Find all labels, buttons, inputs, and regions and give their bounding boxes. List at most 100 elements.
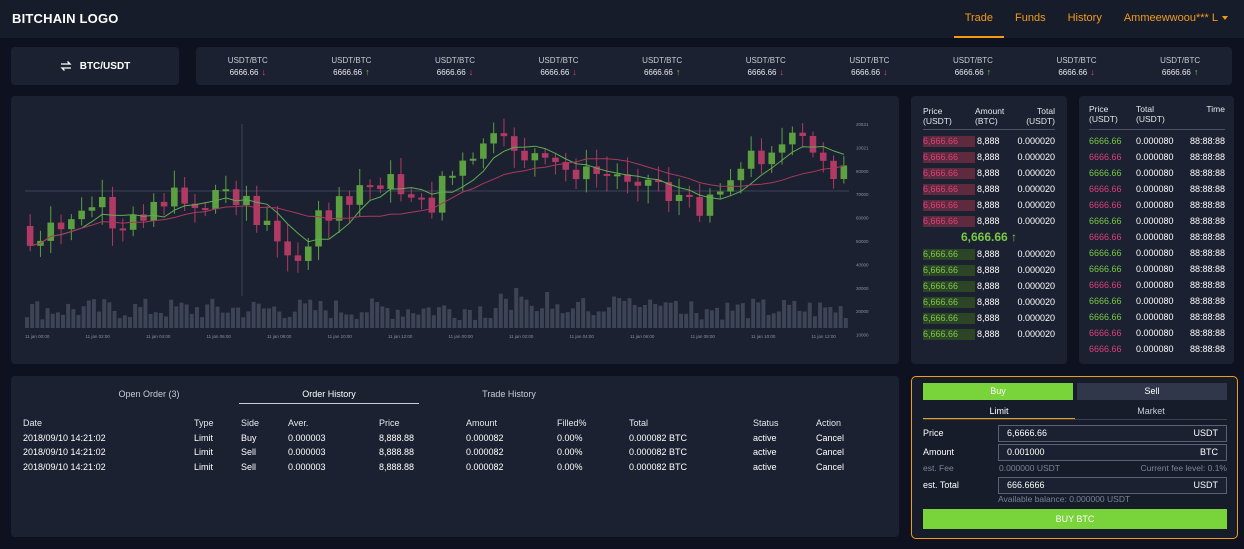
volume-bar bbox=[179, 302, 184, 328]
candle-body bbox=[490, 133, 497, 144]
volume-bar bbox=[267, 308, 271, 328]
candle-body bbox=[57, 222, 65, 230]
candle-body bbox=[263, 220, 271, 226]
sell-tab-button[interactable]: Sell bbox=[1077, 383, 1227, 400]
volume-bar bbox=[818, 302, 823, 328]
time-tick-label: 11 jan 12:00 bbox=[388, 334, 413, 339]
ticker-price: 6666.66 bbox=[436, 68, 466, 77]
candlestick-chart[interactable]: 20531 10021 80000 70000 60000 50000 40000 30000… bbox=[11, 96, 899, 364]
amount-row: Amount 0.001000 BTC bbox=[923, 444, 1227, 462]
bid-row[interactable]: 6,666.66 8,888 0.000020 bbox=[923, 310, 1055, 326]
volume-bar bbox=[452, 317, 457, 328]
ask-row[interactable]: 6,666.66 8,888 0.000020 bbox=[923, 133, 1055, 149]
cancel-order-link[interactable]: Cancel bbox=[816, 433, 876, 443]
volume-bar bbox=[648, 299, 653, 328]
trade-time: 88:88:88 bbox=[1189, 200, 1225, 210]
volume-bar bbox=[437, 307, 441, 328]
volume-bar bbox=[174, 306, 179, 328]
nav-trade[interactable]: Trade bbox=[953, 0, 1005, 38]
volume-bar bbox=[524, 299, 529, 328]
bid-row[interactable]: 6,666.66 8,888 0.000020 bbox=[923, 246, 1055, 262]
bid-price-cell: 6,666.66 bbox=[923, 280, 977, 292]
ticker-item[interactable]: USDT/BTC 6666.66 ↓ bbox=[1025, 47, 1129, 85]
cancel-order-link[interactable]: Cancel bbox=[816, 447, 876, 457]
bid-total: 0.000020 bbox=[1017, 329, 1055, 339]
candle-body bbox=[88, 207, 96, 211]
trade-total: 0.000080 bbox=[1136, 344, 1174, 354]
table-cell: active bbox=[753, 461, 777, 472]
cancel-order-link[interactable]: Cancel bbox=[816, 462, 876, 472]
ticker-item[interactable]: USDT/BTC 6666.66 ↑ bbox=[1128, 47, 1232, 85]
bid-row[interactable]: 6,666.66 8,888 0.000020 bbox=[923, 294, 1055, 310]
ask-row[interactable]: 6,666.66 8,888 0.000020 bbox=[923, 149, 1055, 165]
volume-bar bbox=[25, 317, 29, 328]
total-label: est. Total bbox=[923, 480, 959, 490]
ticker-item[interactable]: USDT/BTC 6666.66 ↑ bbox=[921, 47, 1025, 85]
ask-row[interactable]: 6,666.66 8,888 0.000020 bbox=[923, 213, 1055, 229]
column-header: Aver. bbox=[288, 418, 309, 429]
tab-open-orders[interactable]: Open Order (3) bbox=[59, 388, 239, 404]
brand-logo[interactable]: BITCHAIN LOGO bbox=[12, 11, 119, 26]
divider bbox=[923, 419, 1227, 420]
ticker-item[interactable]: USDT/BTC 6666.66 ↑ bbox=[300, 47, 404, 85]
table-cell: 0.00% bbox=[557, 432, 583, 443]
volume-bar bbox=[66, 303, 71, 328]
col-amount-label: Amount bbox=[975, 106, 1005, 116]
volume-bar bbox=[225, 312, 230, 328]
total-input[interactable]: 666.6666 USDT bbox=[998, 477, 1227, 494]
volume-bar bbox=[246, 311, 251, 328]
ticker-item[interactable]: USDT/BTC 6666.66 ↓ bbox=[507, 47, 611, 85]
tab-limit[interactable]: Limit bbox=[923, 405, 1075, 419]
ask-amount: 8,888 bbox=[977, 168, 1000, 178]
price-input[interactable]: 6,6666.66 USDT bbox=[998, 425, 1227, 442]
candle-body bbox=[274, 220, 281, 242]
tab-trade-history[interactable]: Trade History bbox=[419, 388, 599, 404]
ask-row[interactable]: 6,666.66 8,888 0.000020 bbox=[923, 181, 1055, 197]
candle-body bbox=[397, 174, 405, 195]
trade-total: 0.000080 bbox=[1136, 248, 1174, 258]
candle-body bbox=[418, 197, 425, 200]
trade-total: 0.000080 bbox=[1136, 136, 1174, 146]
trade-price: 6666.66 bbox=[1089, 328, 1122, 338]
pair-selector[interactable]: BTC/USDT bbox=[11, 47, 179, 85]
ticker-item[interactable]: USDT/BTC 6666.66 ↑ bbox=[610, 47, 714, 85]
ask-total: 0.000020 bbox=[1017, 184, 1055, 194]
trade-total: 0.000080 bbox=[1136, 168, 1174, 178]
volume-bar bbox=[576, 301, 580, 328]
ticker-item[interactable]: USDT/BTC 6666.66 ↓ bbox=[196, 47, 300, 85]
volume-bar bbox=[565, 312, 570, 328]
nav-funds[interactable]: Funds bbox=[1004, 0, 1057, 38]
volume-bar bbox=[426, 307, 431, 328]
volume-bar bbox=[503, 298, 508, 328]
candle-body bbox=[541, 153, 549, 158]
user-menu[interactable]: Ammeewwoou*** L bbox=[1113, 0, 1244, 38]
volume-bar bbox=[838, 306, 843, 328]
ticker-item[interactable]: USDT/BTC 6666.66 ↓ bbox=[403, 47, 507, 85]
table-cell: 0.000082 bbox=[466, 432, 504, 443]
ticker-item[interactable]: USDT/BTC 6666.66 ↓ bbox=[714, 47, 818, 85]
ask-row[interactable]: 6,666.66 8,888 0.000020 bbox=[923, 165, 1055, 181]
volume-bar bbox=[339, 312, 344, 328]
bid-row[interactable]: 6,666.66 8,888 0.000020 bbox=[923, 278, 1055, 294]
table-cell: Buy bbox=[241, 432, 257, 443]
buy-tab-button[interactable]: Buy bbox=[923, 383, 1073, 400]
bid-row[interactable]: 6,666.66 8,888 0.000020 bbox=[923, 262, 1055, 278]
volume-bar bbox=[97, 311, 102, 328]
tab-market[interactable]: Market bbox=[1075, 405, 1227, 419]
trade-time: 88:88:88 bbox=[1189, 248, 1225, 258]
ticker-item[interactable]: USDT/BTC 6666.66 ↓ bbox=[818, 47, 922, 85]
nav-history[interactable]: History bbox=[1057, 0, 1113, 38]
chart-canvas[interactable]: 20531 10021 80000 70000 60000 50000 40000 30000… bbox=[11, 96, 899, 364]
ticker-value: 6666.66 ↓ bbox=[507, 66, 611, 79]
ask-row[interactable]: 6,666.66 8,888 0.000020 bbox=[923, 197, 1055, 213]
trade-time: 88:88:88 bbox=[1189, 168, 1225, 178]
tab-order-history[interactable]: Order History bbox=[239, 388, 419, 404]
amount-input[interactable]: 0.001000 BTC bbox=[998, 444, 1227, 461]
buy-btc-button[interactable]: BUY BTC bbox=[923, 509, 1227, 529]
volume-bar bbox=[107, 302, 112, 328]
bid-row[interactable]: 6,666.66 8,888 0.000020 bbox=[923, 326, 1055, 342]
volume-bar bbox=[668, 302, 673, 328]
volume-bar bbox=[35, 301, 40, 328]
volume-bar bbox=[833, 312, 838, 328]
volume-bar bbox=[143, 298, 148, 328]
